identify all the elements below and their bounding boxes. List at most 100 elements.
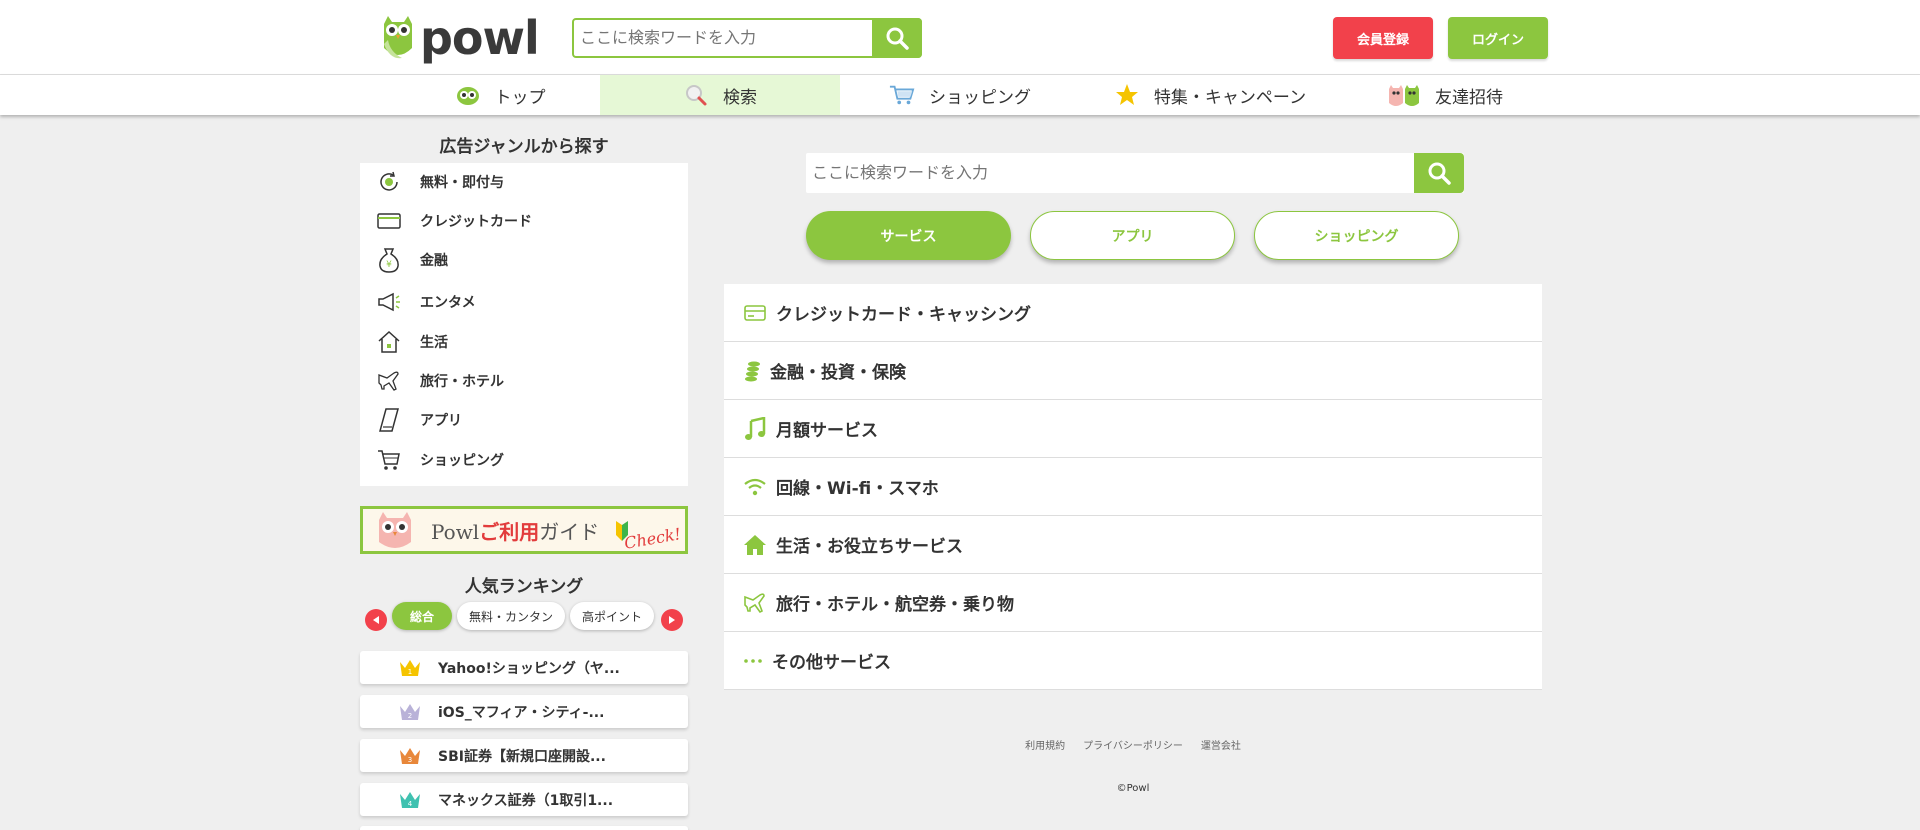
ranking-item[interactable]: 4 マネックス証券（1取引1... bbox=[360, 783, 688, 816]
ranking-item-label: Yahoo!ショッピング（ヤ... bbox=[438, 660, 620, 677]
ranking-next-button[interactable] bbox=[661, 609, 683, 631]
service-item-travel[interactable]: 旅行・ホテル・航空券・乗り物 bbox=[724, 574, 1542, 632]
genre-item-travel[interactable]: 旅行・ホテル bbox=[360, 362, 688, 400]
ranking-tabs: 総合 無料・カンタン 高ポイント bbox=[360, 602, 688, 636]
svg-text:¥: ¥ bbox=[386, 260, 392, 270]
ranking-item-partial[interactable] bbox=[360, 826, 688, 830]
service-item-monthly[interactable]: 月額サービス bbox=[724, 400, 1542, 458]
ranking-item-label: iOS_マフィア・シティ-... bbox=[438, 704, 605, 721]
service-item-finance[interactable]: 金融・投資・保険 bbox=[724, 342, 1542, 400]
ranking-tab-overall[interactable]: 総合 bbox=[392, 602, 452, 630]
header-search-button[interactable] bbox=[872, 18, 922, 58]
genre-item-finance[interactable]: ¥ 金融 bbox=[360, 241, 688, 279]
house-icon bbox=[742, 532, 768, 558]
nav-item-campaign[interactable]: 特集・キャンペーン bbox=[1090, 75, 1330, 115]
ranking-tab-high-point[interactable]: 高ポイント bbox=[570, 602, 654, 630]
header-search-input[interactable] bbox=[580, 28, 870, 47]
owl-friends-icon bbox=[1387, 83, 1421, 107]
guide-check-text: Check! bbox=[622, 524, 683, 553]
service-label: 月額サービス bbox=[776, 421, 878, 441]
ranking-item[interactable]: 1 Yahoo!ショッピング（ヤ... bbox=[360, 651, 688, 684]
login-button[interactable]: ログイン bbox=[1448, 17, 1548, 59]
ranking-item[interactable]: 2 iOS_マフィア・シティ-... bbox=[360, 695, 688, 728]
ranking-item-label: マネックス証券（1取引1... bbox=[438, 792, 614, 809]
crown-icon: 4 bbox=[398, 789, 424, 811]
service-item-wifi[interactable]: 回線・Wi-fi・スマホ bbox=[724, 458, 1542, 516]
footer-link-privacy[interactable]: プライバシーポリシー bbox=[1083, 737, 1183, 752]
service-label: 金融・投資・保険 bbox=[770, 363, 906, 383]
category-button-service[interactable]: サービス bbox=[806, 211, 1011, 260]
footer-links: 利用規約 プライバシーポリシー 運営会社 bbox=[724, 737, 1542, 752]
service-label: クレジットカード・キャッシング bbox=[776, 305, 1031, 325]
nav-label: 特集・キャンペーン bbox=[1153, 87, 1307, 108]
search-icon bbox=[886, 27, 909, 50]
guide-banner-inner: Powlご利用ガイド Check! bbox=[363, 509, 685, 553]
footer-link-company[interactable]: 運営会社 bbox=[1201, 737, 1241, 752]
genre-label: 旅行・ホテル bbox=[420, 374, 504, 390]
genre-list: 無料・即付与 クレジットカード ¥ 金融 エンタメ 生活 旅行・ホテル アプリ … bbox=[360, 163, 688, 486]
coin-refresh-icon bbox=[376, 169, 402, 195]
genre-label: ショッピング bbox=[420, 453, 504, 469]
ranking-tab-free[interactable]: 無料・カンタン bbox=[457, 602, 565, 630]
ranking-item[interactable]: 3 SBI証券【新規口座開設... bbox=[360, 739, 688, 772]
nav-item-top[interactable]: トップ bbox=[400, 75, 600, 115]
cart-icon bbox=[889, 83, 915, 107]
nav-item-invite[interactable]: 友達招待 bbox=[1370, 75, 1520, 115]
triangle-left-icon bbox=[373, 616, 379, 624]
owl-mascot-icon bbox=[379, 512, 411, 548]
header-search-box bbox=[572, 18, 922, 58]
credit-card-icon bbox=[376, 208, 402, 234]
genre-item-entertainment[interactable]: エンタメ bbox=[360, 283, 688, 321]
powl-logo[interactable]: powl bbox=[380, 14, 545, 62]
main-search-box bbox=[806, 153, 1464, 193]
ranking-item-label: SBI証券【新規口座開設... bbox=[438, 748, 606, 765]
genre-item-free[interactable]: 無料・即付与 bbox=[360, 163, 688, 201]
ranking-prev-button[interactable] bbox=[365, 609, 387, 631]
footer-link-terms[interactable]: 利用規約 bbox=[1025, 737, 1065, 752]
genre-item-credit-card[interactable]: クレジットカード bbox=[360, 202, 688, 240]
guide-text-highlight: ご利用 bbox=[479, 519, 540, 544]
service-item-credit-card[interactable]: クレジットカード・キャッシング bbox=[724, 284, 1542, 342]
nav-label: 検索 bbox=[723, 87, 757, 108]
genre-label: クレジットカード bbox=[420, 214, 532, 230]
genre-item-life[interactable]: 生活 bbox=[360, 323, 688, 361]
register-button[interactable]: 会員登録 bbox=[1333, 17, 1433, 59]
service-label: その他サービス bbox=[772, 653, 891, 673]
nav-item-shopping[interactable]: ショッピング bbox=[870, 75, 1050, 115]
owl-face-icon bbox=[455, 83, 481, 107]
genre-label: 無料・即付与 bbox=[420, 175, 504, 191]
smartphone-icon bbox=[376, 407, 402, 433]
service-category-list: クレジットカード・キャッシング 金融・投資・保険 月額サービス 回線・Wi-fi… bbox=[724, 284, 1542, 690]
category-button-shopping[interactable]: ショッピング bbox=[1254, 211, 1459, 260]
header: powl 会員登録 ログイン bbox=[0, 0, 1920, 75]
genre-item-shopping[interactable]: ショッピング bbox=[360, 441, 688, 479]
ranking-title: 人気ランキング bbox=[464, 577, 584, 597]
star-icon bbox=[1114, 83, 1140, 107]
dots-icon bbox=[742, 648, 764, 674]
guide-text: Powlご利用ガイド bbox=[431, 516, 599, 545]
megaphone-icon bbox=[376, 289, 402, 315]
main-search-button[interactable] bbox=[1414, 153, 1464, 193]
category-button-app[interactable]: アプリ bbox=[1030, 211, 1235, 260]
service-item-other[interactable]: その他サービス bbox=[724, 632, 1542, 690]
credit-card-icon bbox=[742, 300, 768, 326]
service-item-life[interactable]: 生活・お役立ちサービス bbox=[724, 516, 1542, 574]
nav-item-search[interactable]: 検索 bbox=[600, 75, 840, 115]
nav-label: 友達招待 bbox=[1435, 87, 1503, 108]
guide-text-pre: Powl bbox=[431, 519, 480, 544]
usage-guide-banner[interactable]: Powlご利用ガイド Check! bbox=[360, 506, 688, 554]
airplane-icon bbox=[742, 590, 768, 616]
genre-item-app[interactable]: アプリ bbox=[360, 401, 688, 439]
owl-logo-icon bbox=[384, 16, 412, 59]
airplane-icon bbox=[376, 368, 402, 394]
guide-text-post: ガイド bbox=[539, 519, 600, 544]
cart-icon bbox=[376, 447, 402, 473]
genre-label: エンタメ bbox=[420, 295, 476, 311]
magnifier-icon bbox=[683, 83, 709, 107]
nav-label: トップ bbox=[494, 87, 546, 108]
crown-icon: 3 bbox=[398, 745, 424, 767]
service-label: 旅行・ホテル・航空券・乗り物 bbox=[776, 595, 1014, 615]
nav-label: ショッピング bbox=[929, 87, 1031, 108]
main-search-input[interactable] bbox=[812, 163, 1402, 182]
service-label: 回線・Wi-fi・スマホ bbox=[776, 479, 939, 499]
